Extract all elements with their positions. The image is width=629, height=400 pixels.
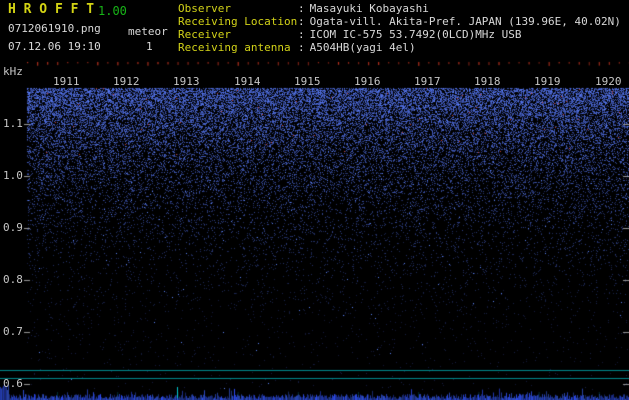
- x-tick-label: 1913: [173, 75, 200, 88]
- info-value: ICOM IC-575 53.7492(0LCD)MHz USB: [309, 28, 522, 41]
- info-separator: :: [298, 41, 305, 54]
- output-filename: 0712061910.png: [8, 22, 101, 35]
- y-tick-label: 1.0: [3, 169, 23, 182]
- info-value: A504HB(yagi 4el): [309, 41, 416, 54]
- y-tick-label: 0.6: [3, 377, 23, 390]
- info-separator: :: [298, 28, 305, 41]
- info-label: Receiver: [178, 28, 231, 41]
- datetime-label: 07.12.06 19:10: [8, 40, 101, 53]
- y-tick-label: 1.1: [3, 117, 23, 130]
- y-axis-unit: kHz: [3, 65, 23, 78]
- y-tick-label: 0.8: [3, 273, 23, 286]
- x-tick-label: 1918: [474, 75, 501, 88]
- x-tick-label: 1911: [53, 75, 80, 88]
- header: H R O F F T 1.00 0712061910.png meteor 0…: [0, 0, 629, 58]
- info-label: Receiving antenna: [178, 41, 291, 54]
- y-tick-label: 0.7: [3, 325, 23, 338]
- x-tick-label: 1917: [414, 75, 441, 88]
- spectrogram-plot: kHz 1.1 1.0 0.9 0.8 0.7 0.6 1911 1912 19…: [0, 0, 629, 400]
- info-label: Receiving Location: [178, 15, 298, 28]
- info-label: Observer: [178, 2, 231, 15]
- mode-label: meteor: [128, 25, 168, 38]
- info-value: Ogata-vill. Akita-Pref. JAPAN (139.96E, …: [309, 15, 621, 28]
- meteor-count: 1: [146, 40, 153, 53]
- x-tick-label: 1914: [234, 75, 261, 88]
- app-version: 1.00: [98, 4, 127, 18]
- y-tick-label: 0.9: [3, 221, 23, 234]
- info-value: Masayuki Kobayashi: [309, 2, 429, 15]
- station-info: Observer: Masayuki Kobayashi Receiving Lo…: [178, 3, 621, 55]
- x-tick-label: 1915: [294, 75, 321, 88]
- info-separator: :: [298, 2, 305, 15]
- info-row-antenna: Receiving antenna: A504HB(yagi 4el): [178, 42, 621, 55]
- x-tick-label: 1919: [534, 75, 561, 88]
- x-tick-label: 1920: [595, 75, 622, 88]
- info-separator: :: [298, 15, 305, 28]
- hrofft-window: H R O F F T 1.00 0712061910.png meteor 0…: [0, 0, 629, 400]
- x-tick-label: 1916: [354, 75, 381, 88]
- x-tick-label: 1912: [113, 75, 140, 88]
- app-title: H R O F F T: [8, 2, 95, 17]
